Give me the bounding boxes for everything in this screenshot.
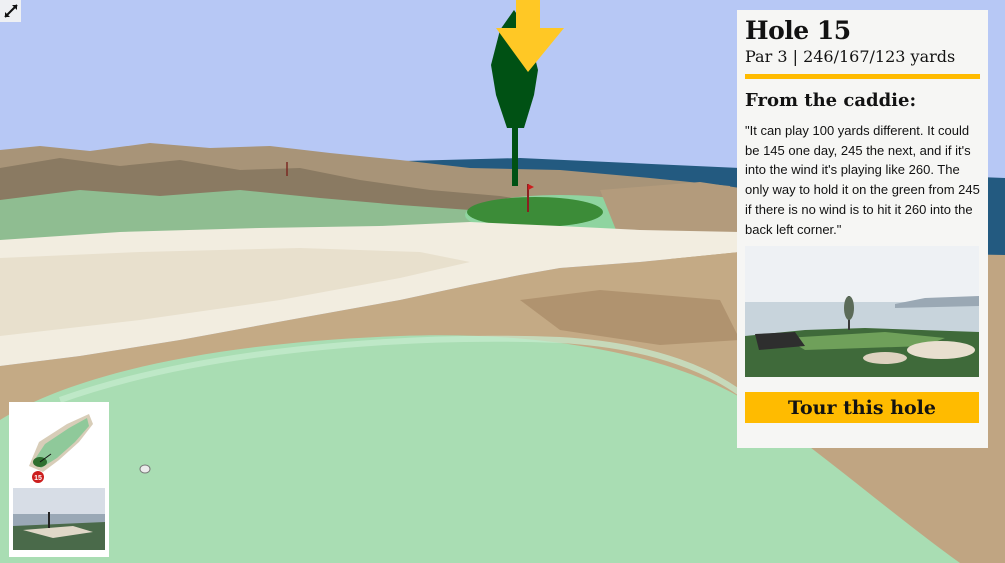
hole-number-label: 15: [34, 475, 42, 482]
caddie-heading: From the caddie:: [745, 90, 917, 111]
golf-ball: [139, 464, 151, 474]
expand-arrows-icon: [3, 4, 18, 18]
mini-map-course: 15: [9, 402, 109, 488]
mini-map-photo: [13, 488, 105, 550]
hole-title: Hole 15: [745, 16, 851, 45]
hole-par-yardage: Par 3 | 246/167/123 yards: [745, 47, 956, 66]
accent-divider: [745, 74, 980, 79]
expand-button[interactable]: [0, 0, 21, 22]
tour-hole-button[interactable]: Tour this hole: [745, 392, 979, 424]
putting-green: [467, 197, 603, 227]
mini-map[interactable]: 15: [9, 402, 109, 557]
caddie-quote: "It can play 100 yards different. It cou…: [745, 123, 980, 237]
hole-photo: [745, 246, 979, 378]
hole-info-panel: Hole 15 Par 3 | 246/167/123 yards From t…: [737, 10, 988, 448]
